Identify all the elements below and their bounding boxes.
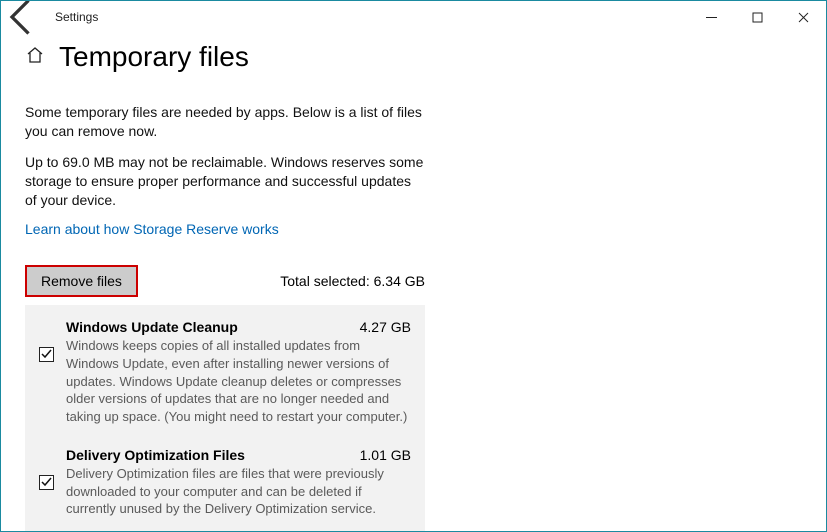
window-title: Settings [55, 10, 98, 24]
content-area: Temporary files Some temporary files are… [1, 33, 826, 532]
minimize-button[interactable] [688, 1, 734, 33]
window-controls [688, 1, 826, 33]
item-title: Delivery Optimization Files [66, 447, 245, 463]
list-item: Windows Update Cleanup 4.27 GB Windows k… [39, 319, 411, 425]
checkbox-windows-update-cleanup[interactable] [39, 347, 54, 362]
body-column: Some temporary files are needed by apps.… [25, 103, 425, 239]
action-row: Remove files Total selected: 6.34 GB [25, 265, 425, 297]
item-size: 1.01 GB [360, 447, 411, 463]
item-size: 4.27 GB [360, 319, 411, 335]
titlebar: Settings [1, 1, 826, 33]
page-title: Temporary files [59, 41, 249, 73]
storage-reserve-link[interactable]: Learn about how Storage Reserve works [25, 221, 279, 237]
home-icon[interactable] [25, 45, 45, 70]
file-category-list: Windows Update Cleanup 4.27 GB Windows k… [25, 305, 425, 532]
list-item: Delivery Optimization Files 1.01 GB Deli… [39, 447, 411, 518]
back-button[interactable] [1, 1, 45, 33]
intro-text-1: Some temporary files are needed by apps.… [25, 103, 425, 141]
intro-text-2: Up to 69.0 MB may not be reclaimable. Wi… [25, 153, 425, 210]
remove-files-button[interactable]: Remove files [25, 265, 138, 297]
checkbox-delivery-optimization[interactable] [39, 475, 54, 490]
maximize-button[interactable] [734, 1, 780, 33]
settings-window: Settings Temporary files Some temporary … [0, 0, 827, 532]
page-header: Temporary files [25, 41, 802, 73]
item-description: Windows keeps copies of all installed up… [66, 337, 411, 425]
total-selected-text: Total selected: 6.34 GB [280, 273, 425, 289]
item-description: Delivery Optimization files are files th… [66, 465, 411, 518]
item-title: Windows Update Cleanup [66, 319, 238, 335]
close-button[interactable] [780, 1, 826, 33]
